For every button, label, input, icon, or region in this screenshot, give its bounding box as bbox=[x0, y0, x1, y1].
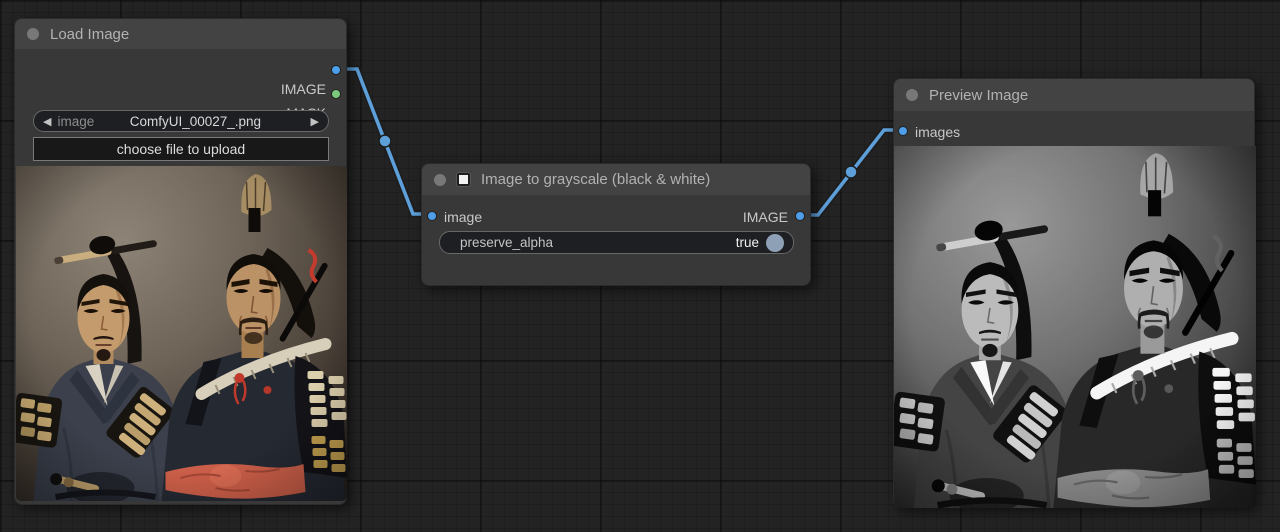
link-midpoint-dot[interactable] bbox=[845, 166, 857, 178]
combo-next-icon[interactable]: ▶ bbox=[311, 115, 319, 128]
image-combo-widget[interactable]: ◀ image ComfyUI_00027_.png ▶ bbox=[33, 110, 329, 132]
input-slot-image-dot[interactable] bbox=[427, 211, 437, 221]
node-image-to-grayscale[interactable]: Image to grayscale (black & white) image… bbox=[421, 163, 811, 286]
combo-prev-icon[interactable]: ◀ bbox=[43, 115, 51, 128]
collapse-dot-icon[interactable] bbox=[27, 28, 39, 40]
output-label-image: IMAGE bbox=[743, 209, 788, 225]
toggle-label: preserve_alpha bbox=[460, 235, 553, 250]
combo-value[interactable]: ComfyUI_00027_.png bbox=[94, 114, 310, 129]
preserve-alpha-toggle[interactable]: preserve_alpha true bbox=[439, 231, 794, 254]
input-label-image: image bbox=[444, 209, 482, 225]
input-label-images: images bbox=[915, 124, 960, 140]
node-load-image[interactable]: Load Image IMAGE MASK ◀ image ComfyUI_00… bbox=[14, 18, 347, 505]
toggle-knob-icon[interactable] bbox=[766, 234, 784, 252]
collapse-dot-icon[interactable] bbox=[906, 89, 918, 101]
collapse-dot-icon[interactable] bbox=[434, 174, 446, 186]
node-load-image-titlebar[interactable]: Load Image bbox=[15, 19, 346, 49]
node-grayscale-titlebar[interactable]: Image to grayscale (black & white) bbox=[422, 164, 810, 195]
output-slot-image-dot[interactable] bbox=[331, 65, 341, 75]
node-title: Image to grayscale (black & white) bbox=[481, 171, 710, 188]
combo-label: image bbox=[57, 114, 94, 129]
node-title: Preview Image bbox=[929, 87, 1028, 104]
node-title: Load Image bbox=[50, 26, 129, 43]
output-slot-image-dot[interactable] bbox=[795, 211, 805, 221]
link-midpoint-dot[interactable] bbox=[379, 135, 391, 147]
node-preview-image[interactable]: Preview Image images bbox=[893, 78, 1255, 508]
output-label-image: IMAGE bbox=[281, 81, 326, 97]
preview-image-output bbox=[894, 146, 1256, 508]
input-slot-images-dot[interactable] bbox=[898, 126, 908, 136]
node-badge-icon bbox=[457, 173, 470, 186]
node-preview-titlebar[interactable]: Preview Image bbox=[894, 79, 1254, 111]
output-slot-mask-dot[interactable] bbox=[331, 89, 341, 99]
toggle-value: true bbox=[736, 235, 759, 250]
choose-file-button[interactable]: choose file to upload bbox=[33, 137, 329, 161]
graph-canvas[interactable]: { "app": { "name": "ComfyUI node graph" … bbox=[0, 0, 1280, 532]
loaded-image-preview bbox=[16, 166, 347, 501]
